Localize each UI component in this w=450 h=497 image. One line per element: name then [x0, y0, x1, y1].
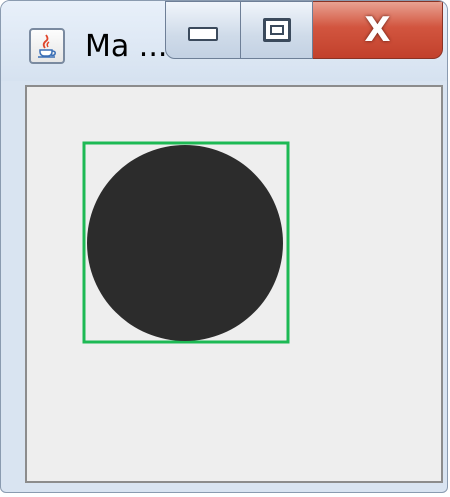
- close-icon: X: [364, 10, 391, 50]
- window-title: Ma ...: [85, 29, 168, 64]
- window-controls: X: [165, 1, 443, 59]
- maximize-icon: [262, 18, 291, 42]
- app-window: Ma ... X: [0, 0, 448, 493]
- maximize-button[interactable]: [241, 1, 313, 59]
- drawing-canvas: [82, 141, 290, 344]
- drawing-panel: [25, 85, 443, 483]
- filled-circle: [87, 145, 283, 341]
- close-button[interactable]: X: [313, 1, 443, 59]
- title-bar[interactable]: Ma ... X: [1, 1, 447, 81]
- minimize-icon: [188, 27, 218, 41]
- minimize-button[interactable]: [165, 1, 241, 59]
- java-cup-icon[interactable]: [29, 28, 65, 64]
